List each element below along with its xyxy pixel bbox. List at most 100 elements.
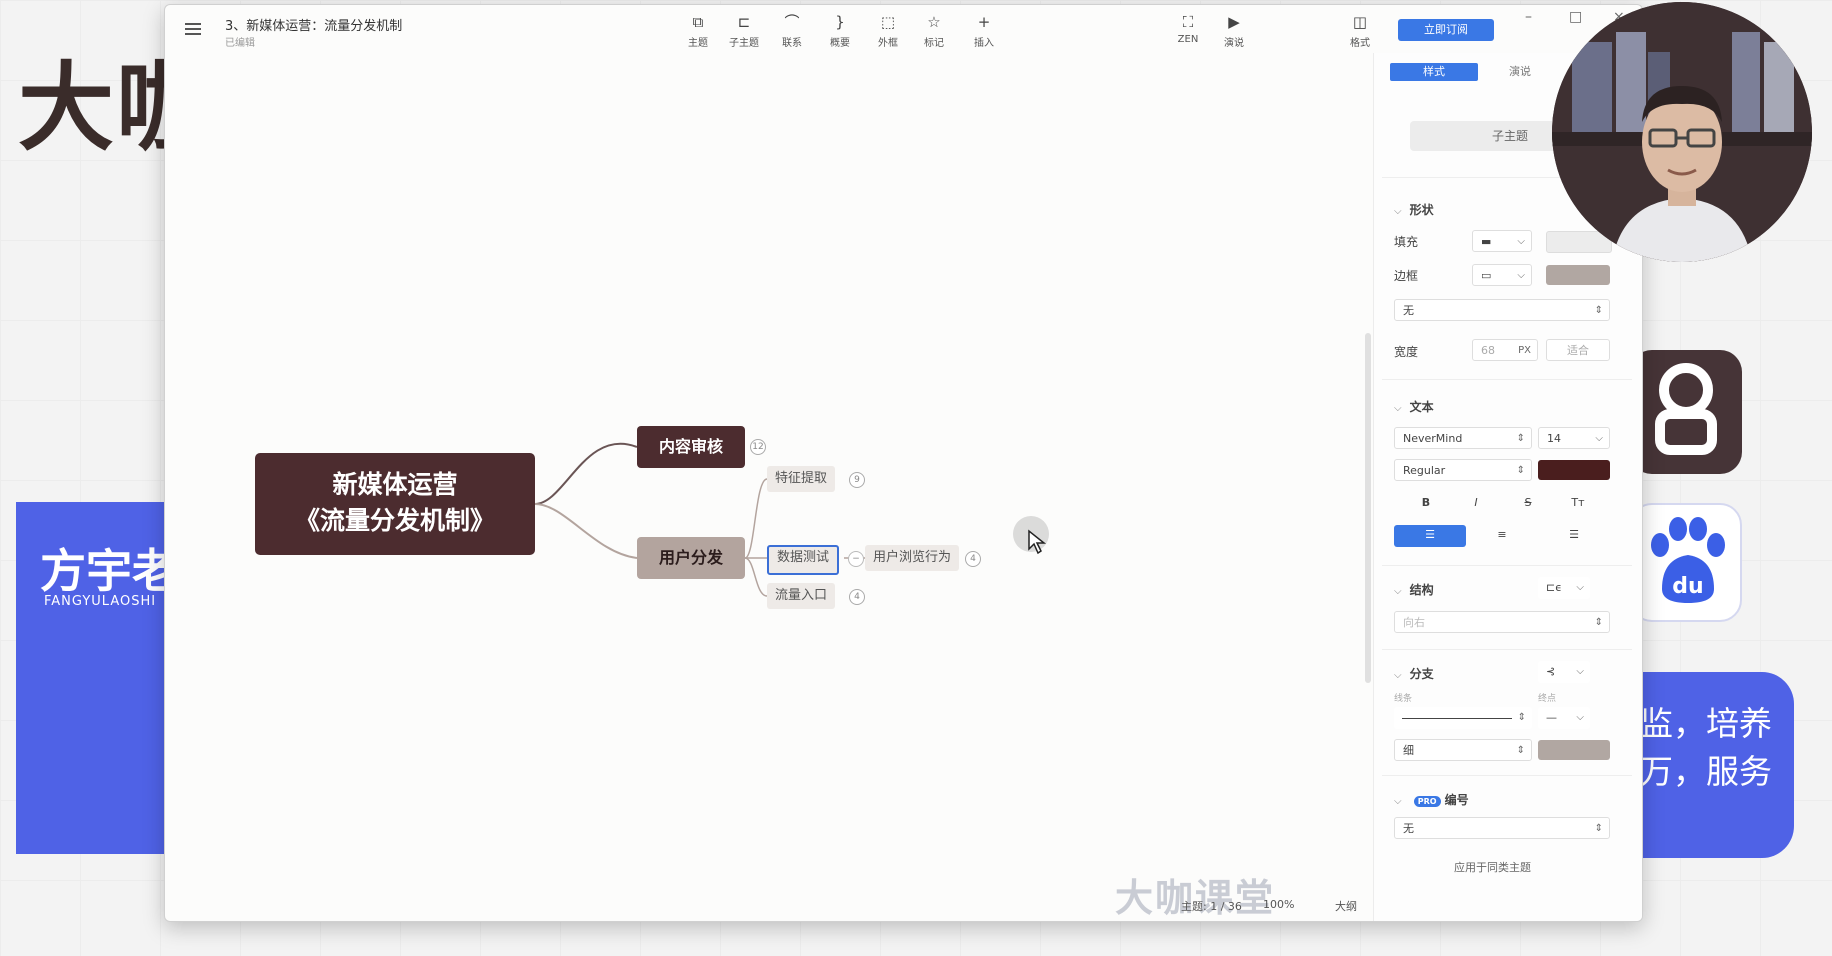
subtopic-traffic-entry[interactable]: 流量入口: [767, 583, 836, 609]
line-style-select[interactable]: ⇕: [1394, 707, 1532, 729]
presenter-video-icon: [1552, 2, 1812, 262]
menu-icon[interactable]: [185, 23, 201, 35]
toolbar-format-button[interactable]: ◫ 格式: [1337, 13, 1383, 49]
star-icon: ☆: [927, 13, 941, 31]
titlebar: 3、新媒体运营：流量分发机制 已编辑 ⧉ 主题 ⊏ 子主题 ⌒ 联系 } 概要 …: [165, 5, 1642, 53]
slide-teacher-en: FANGYULAOSHI: [44, 594, 157, 609]
central-topic-line-2: 《流量分发机制》: [294, 506, 495, 535]
zoom-level[interactable]: 100%: [1263, 898, 1294, 911]
font-size-select[interactable]: 14 ⌵: [1538, 427, 1610, 449]
fill-label: 填充: [1394, 235, 1419, 249]
toolbar-subtopic-button[interactable]: ⊏ 子主题: [721, 13, 767, 49]
branch-style-select[interactable]: ⊰ ⌵: [1538, 661, 1590, 683]
toolbar-insert-button[interactable]: + 插入: [961, 13, 1007, 49]
shape-section-title[interactable]: 形状: [1394, 201, 1434, 218]
divider: [1382, 775, 1632, 776]
minimize-button[interactable]: –: [1525, 9, 1532, 25]
vertical-scrollbar[interactable]: [1365, 333, 1371, 683]
fullscreen-icon: ⛶: [1182, 13, 1194, 31]
slogan-line-1: 监，培养: [1640, 704, 1772, 743]
text-case-button[interactable]: Tт: [1546, 493, 1610, 513]
mindmap-canvas[interactable]: 新媒体运营 《流量分发机制》 内容审核 12 用户分发 特征提取 9 数据测试 …: [165, 53, 1373, 915]
subtopic-data-test[interactable]: 数据测试: [767, 545, 840, 575]
subscribe-button[interactable]: 立即订阅: [1398, 19, 1494, 41]
border-style-select[interactable]: 无 ⇕: [1394, 299, 1610, 321]
pro-badge: PRO: [1413, 796, 1441, 807]
structure-section-title[interactable]: 结构: [1394, 581, 1434, 598]
plus-icon: +: [977, 13, 991, 31]
subtopic-icon: ⊏: [737, 13, 751, 31]
summary-icon: }: [835, 13, 845, 31]
collapsed-count-badge[interactable]: 4: [965, 551, 981, 567]
font-weight-select[interactable]: Regular ⇕: [1394, 459, 1532, 481]
line-thickness-select[interactable]: 细 ⇕: [1394, 739, 1532, 761]
line-label: 线条: [1394, 694, 1413, 704]
fill-shape-select[interactable]: ▬ ⌵: [1472, 230, 1532, 252]
line-sample: [1402, 717, 1512, 719]
end-label: 终点: [1538, 694, 1557, 704]
structure-direction-select[interactable]: 向右 ⇕: [1394, 611, 1610, 633]
collapsed-count-badge[interactable]: 9: [849, 472, 865, 488]
text-color-swatch[interactable]: [1538, 460, 1610, 480]
collapsed-count-badge[interactable]: 12: [750, 439, 766, 455]
relationship-icon: ⌒: [784, 13, 800, 31]
app-logo-icon: [1630, 350, 1742, 474]
numbering-section-title[interactable]: PRO编号: [1394, 791, 1469, 808]
central-topic[interactable]: 新媒体运营 《流量分发机制》: [255, 453, 535, 555]
divider: [1382, 379, 1632, 380]
boundary-icon: ⬚: [880, 13, 896, 31]
topic-content-review[interactable]: 内容审核: [637, 426, 745, 468]
topic-user-distribution[interactable]: 用户分发: [637, 537, 745, 579]
text-section-title[interactable]: 文本: [1394, 398, 1434, 415]
tab-style[interactable]: 样式: [1390, 63, 1478, 81]
numbering-select[interactable]: 无 ⇕: [1394, 817, 1610, 839]
branch-curve-icon: ⊰: [1546, 665, 1556, 678]
toolbar-summary-button[interactable]: } 概要: [817, 13, 863, 49]
toolbar-boundary-button[interactable]: ⬚ 外框: [865, 13, 911, 49]
border-color-swatch[interactable]: [1546, 265, 1610, 285]
font-family-select[interactable]: NeverMind ⇕: [1394, 427, 1532, 449]
structure-right-icon: ⊏ϵ: [1546, 581, 1562, 594]
topic-count: 主题: 1 / 36: [1181, 900, 1242, 913]
play-icon: ▶: [1228, 13, 1240, 31]
outline-button[interactable]: 大纲: [1335, 898, 1357, 914]
border-shape-select[interactable]: ▭ ⌵: [1472, 264, 1532, 286]
toolbar-zen-button[interactable]: ⛶ ZEN: [1165, 13, 1211, 45]
collapse-toggle-icon[interactable]: −: [848, 551, 864, 567]
branch-color-swatch[interactable]: [1538, 740, 1610, 760]
line-end-select[interactable]: — ⌵: [1538, 707, 1590, 729]
apply-to-same-topics-button[interactable]: 应用于同类主题: [1454, 859, 1531, 875]
subtopic-feature-extraction[interactable]: 特征提取: [767, 466, 836, 492]
mouse-cursor-icon: [1028, 529, 1047, 555]
maximize-button[interactable]: □: [1569, 9, 1582, 25]
filled-rect-icon: ▬: [1481, 235, 1492, 248]
line-end-icon: —: [1546, 711, 1557, 724]
toolbar-pitch-button[interactable]: ▶ 演说: [1211, 13, 1257, 49]
toolbar-relationship-button[interactable]: ⌒ 联系: [769, 13, 815, 49]
svg-text:du: du: [1672, 574, 1703, 599]
width-input[interactable]: 68 PX: [1472, 339, 1538, 361]
toolbar-marker-button[interactable]: ☆ 标记: [911, 13, 957, 49]
webcam-overlay: [1552, 2, 1812, 262]
tab-pitch[interactable]: 演说: [1476, 63, 1564, 81]
divider: [1382, 565, 1632, 566]
align-center-icon[interactable]: ≡: [1466, 525, 1538, 545]
divider: [1382, 649, 1632, 650]
subtopic-user-browse-behavior[interactable]: 用户浏览行为: [865, 545, 960, 571]
collapsed-count-badge[interactable]: 4: [849, 589, 865, 605]
toolbar-topic-button[interactable]: ⧉ 主题: [675, 13, 721, 49]
document-status: 已编辑: [225, 38, 255, 49]
alignment-group: ☰ ≡ ☰: [1394, 525, 1610, 547]
branch-section-title[interactable]: 分支: [1394, 665, 1434, 682]
structure-type-select[interactable]: ⊏ϵ ⌵: [1538, 577, 1590, 599]
slogan-line-2: 万，服务: [1640, 752, 1772, 791]
document-title[interactable]: 3、新媒体运营：流量分发机制: [225, 15, 402, 34]
slide-teacher-name: 方宇老: [40, 544, 178, 598]
align-right-icon[interactable]: ☰: [1538, 525, 1610, 545]
central-topic-line-1: 新媒体运营: [332, 470, 458, 499]
baidu-logo-icon: du: [1630, 503, 1742, 622]
fit-width-button[interactable]: 适合: [1546, 339, 1610, 361]
align-left-icon[interactable]: ☰: [1394, 525, 1466, 547]
mindmap-app-window: 3、新媒体运营：流量分发机制 已编辑 ⧉ 主题 ⊏ 子主题 ⌒ 联系 } 概要 …: [164, 4, 1643, 922]
text-format-row: B I S Tт: [1394, 493, 1610, 513]
